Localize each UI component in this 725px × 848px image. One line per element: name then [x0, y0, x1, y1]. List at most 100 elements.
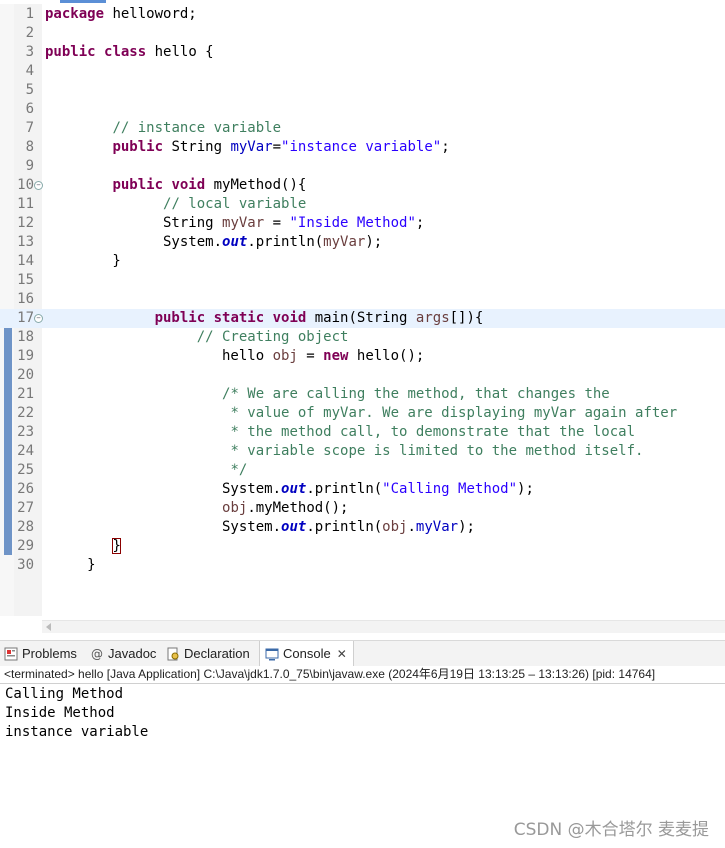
scroll-left-icon[interactable] — [46, 623, 51, 631]
line-number: 21 — [17, 386, 34, 402]
line-number: 19 — [17, 348, 34, 364]
code-line[interactable]: 11 // local variable — [0, 195, 725, 214]
code-line[interactable]: 23 * the method call, to demonstrate tha… — [0, 423, 725, 442]
code-token: hello { — [146, 44, 214, 60]
line-number: 13 — [17, 234, 34, 250]
code-token: "Inside Method" — [289, 215, 416, 231]
line-number: 24 — [17, 443, 34, 459]
line-number: 1 — [25, 6, 34, 22]
code-line[interactable]: 9 — [0, 157, 725, 176]
line-number: 18 — [17, 329, 34, 345]
tab-label: Problems — [22, 646, 77, 661]
code-token: helloword; — [104, 6, 197, 22]
console-header-text: <terminated> hello [Java Application] C:… — [4, 667, 656, 681]
code-line[interactable]: 21 /* We are calling the method, that ch… — [0, 385, 725, 404]
code-token: obj — [222, 500, 248, 516]
code-text: * variable scope is limited to the metho… — [45, 442, 643, 461]
code-token: public — [45, 44, 96, 60]
code-line[interactable]: 7 // instance variable — [0, 119, 725, 138]
code-line[interactable]: 28 System.out.println(obj.myVar); — [0, 518, 725, 537]
line-number: 8 — [25, 139, 34, 155]
code-line[interactable]: 30 } — [0, 556, 725, 575]
code-token: * value of myVar. We are displaying myVa… — [230, 405, 678, 421]
code-line[interactable]: 4 — [0, 62, 725, 81]
code-text: String myVar = "Inside Method"; — [45, 214, 424, 233]
code-token: // Creating object — [196, 329, 349, 345]
code-text: // local variable — [45, 195, 306, 214]
watermark-text: CSDN @木合塔尔 麦麦提 — [513, 820, 709, 840]
code-token: new — [323, 348, 349, 364]
code-line[interactable]: 20 — [0, 366, 725, 385]
code-token: main(String — [306, 310, 416, 326]
tab-label: Console — [283, 646, 331, 661]
code-token: // local variable — [163, 196, 307, 212]
code-text: } — [45, 537, 121, 556]
code-token: myVar — [323, 234, 366, 250]
line-number: 15 — [17, 272, 34, 288]
code-token: ); — [458, 519, 475, 535]
fold-toggle-icon[interactable]: − — [34, 181, 43, 190]
code-text: System.out.println(obj.myVar); — [45, 518, 475, 537]
horizontal-scrollbar[interactable] — [42, 620, 725, 633]
code-token: System. — [45, 234, 223, 250]
code-editor[interactable]: 1 package helloword; 2 3 public class hello … — [0, 0, 725, 636]
code-line[interactable]: 5 — [0, 81, 725, 100]
code-text: /* We are calling the method, that chang… — [45, 385, 610, 404]
code-token: .myMethod(); — [247, 500, 349, 516]
code-line[interactable]: 3 public class hello { — [0, 43, 725, 62]
code-token: void — [171, 177, 206, 193]
code-text: // Creating object — [45, 328, 349, 347]
code-token: // instance variable — [112, 120, 282, 136]
tab-declaration[interactable]: Declaration — [166, 641, 250, 666]
code-line[interactable]: 2 — [0, 24, 725, 43]
code-line[interactable]: 1 package helloword; — [0, 5, 725, 24]
line-number: 12 — [17, 215, 34, 231]
code-line[interactable]: 12 String myVar = "Inside Method"; — [0, 214, 725, 233]
code-line[interactable]: 27 obj.myMethod(); — [0, 499, 725, 518]
svg-text:@: @ — [91, 647, 103, 661]
fold-toggle-icon[interactable]: − — [34, 314, 43, 323]
code-token: = — [297, 348, 324, 364]
console-output-line: Inside Method — [5, 705, 115, 721]
line-number: 5 — [25, 82, 34, 98]
code-line[interactable]: 15 — [0, 271, 725, 290]
code-line[interactable]: 13 System.out.println(myVar); — [0, 233, 725, 252]
code-line[interactable]: 29 } — [0, 537, 725, 556]
code-text: // instance variable — [45, 119, 281, 138]
code-line[interactable]: 19 hello obj = new hello(); — [0, 347, 725, 366]
tab-problems[interactable]: Problems — [4, 641, 77, 666]
code-line[interactable]: 14 } — [0, 252, 725, 271]
code-token: = — [264, 215, 290, 231]
code-token: obj — [272, 348, 298, 364]
code-line[interactable]: 10− public void myMethod(){ — [0, 176, 725, 195]
code-line[interactable]: 24 * variable scope is limited to the me… — [0, 442, 725, 461]
code-line[interactable]: 18 // Creating object — [0, 328, 725, 347]
line-number: 25 — [17, 462, 34, 478]
code-text: public class hello { — [45, 43, 214, 62]
code-line[interactable]: 6 — [0, 100, 725, 119]
close-icon[interactable]: ✕ — [337, 647, 347, 661]
code-line[interactable]: 22 * value of myVar. We are displaying m… — [0, 404, 725, 423]
code-token: = — [272, 139, 282, 155]
code-line[interactable]: 17− public static void main(String args[… — [0, 309, 725, 328]
editor-tab-strip — [0, 0, 725, 4]
code-line[interactable]: 26 System.out.println("Calling Method"); — [0, 480, 725, 499]
code-text: * the method call, to demonstrate that t… — [45, 423, 635, 442]
tab-javadoc[interactable]: @ Javadoc — [90, 641, 156, 666]
line-number: 23 — [17, 424, 34, 440]
code-line[interactable]: 8 public String myVar="instance variable… — [0, 138, 725, 157]
code-line[interactable]: 16 — [0, 290, 725, 309]
code-line[interactable]: 25 */ — [0, 461, 725, 480]
tab-console[interactable]: Console ✕ — [259, 641, 354, 667]
code-token: System. — [45, 481, 282, 497]
code-token: public — [112, 177, 164, 193]
